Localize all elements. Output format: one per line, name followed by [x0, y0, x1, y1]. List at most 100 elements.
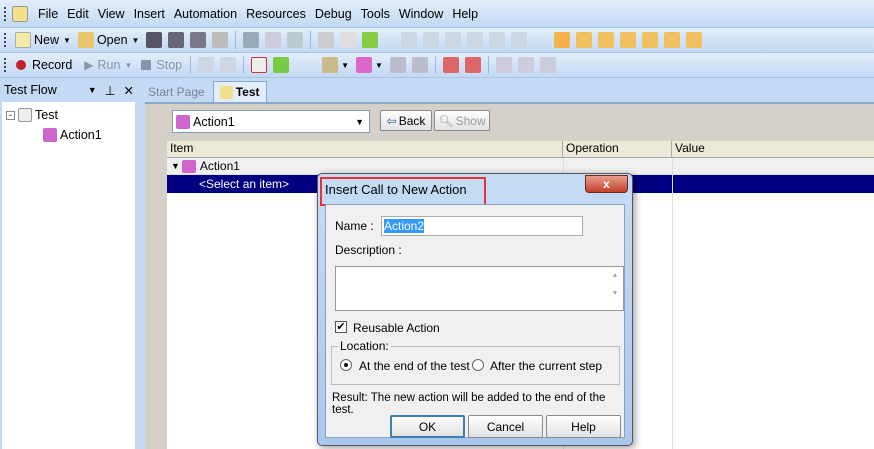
cancel-button[interactable]: Cancel: [468, 415, 543, 438]
radio-after-step[interactable]: [472, 359, 484, 371]
save-icon[interactable]: [146, 32, 163, 48]
expert-view-icon[interactable]: [598, 32, 615, 48]
replace-icon[interactable]: [467, 32, 484, 48]
menu-tools[interactable]: Tools: [361, 7, 390, 21]
ok-button[interactable]: OK: [390, 415, 465, 438]
menu-help[interactable]: Help: [452, 7, 478, 21]
column-item[interactable]: Item: [167, 141, 563, 157]
action-icon[interactable]: [356, 57, 373, 73]
menu-view[interactable]: View: [98, 7, 125, 21]
pin-icon[interactable]: ⊥: [105, 83, 116, 98]
grip[interactable]: [4, 58, 7, 72]
tree-item-test[interactable]: - Test: [6, 108, 58, 122]
synchronize-icon[interactable]: [411, 57, 428, 73]
show-button[interactable]: 🔍︎ Show: [434, 110, 490, 131]
database-icon[interactable]: [273, 57, 290, 73]
scrollbar[interactable]: ▲ ▼: [607, 267, 623, 310]
checkpoint-icon[interactable]: [251, 57, 268, 73]
radio-end-of-test[interactable]: [340, 359, 352, 371]
chevron-down-icon[interactable]: ▼: [375, 61, 383, 70]
copy-icon[interactable]: [265, 32, 282, 48]
edit-icon[interactable]: [318, 32, 335, 48]
bookmark-icon[interactable]: [539, 57, 556, 73]
object-spy-icon[interactable]: [362, 32, 379, 48]
component-icon[interactable]: [389, 57, 406, 73]
menu-automation[interactable]: Automation: [174, 7, 237, 21]
chevron-down-icon[interactable]: ▼: [124, 61, 132, 70]
open-button[interactable]: Open: [97, 33, 128, 47]
new-icon[interactable]: [15, 32, 31, 48]
help-button[interactable]: Help: [546, 415, 621, 438]
test-flow-title: Test Flow: [4, 83, 57, 97]
close-icon[interactable]: ✕: [124, 83, 134, 98]
location-label: Location:: [338, 339, 391, 353]
stop-button[interactable]: Stop: [156, 58, 182, 72]
step-out-icon[interactable]: [464, 57, 481, 73]
stop-icon[interactable]: [141, 60, 152, 70]
reusable-checkbox[interactable]: ✔: [335, 321, 347, 333]
run-icon[interactable]: ▶: [84, 58, 93, 72]
tab-test[interactable]: Test: [212, 81, 267, 102]
menu-file[interactable]: File: [38, 7, 58, 21]
menu-bar: File Edit View Insert Automation Resourc…: [0, 0, 874, 28]
action-icon: [176, 114, 190, 129]
grip[interactable]: [4, 33, 7, 47]
menu-edit[interactable]: Edit: [67, 7, 89, 21]
record-icon[interactable]: [16, 60, 26, 70]
properties-icon[interactable]: [340, 32, 357, 48]
undo-icon[interactable]: [401, 32, 418, 48]
name-input[interactable]: Action2: [381, 216, 583, 236]
standard-toolbar: New ▼ Open ▼: [0, 28, 874, 53]
menu-window[interactable]: Window: [399, 7, 443, 21]
insert-step-icon[interactable]: [322, 57, 339, 73]
grid-header: Item Operation Value: [167, 141, 874, 158]
spell-icon[interactable]: [511, 32, 528, 48]
new-button[interactable]: New: [34, 33, 59, 47]
menu-insert[interactable]: Insert: [134, 7, 165, 21]
chevron-down-icon[interactable]: ▼: [341, 61, 349, 70]
chevron-down-icon[interactable]: ▼: [63, 36, 71, 45]
save-all-icon[interactable]: [168, 32, 185, 48]
relations-icon[interactable]: [664, 32, 681, 48]
menu-debug[interactable]: Debug: [315, 7, 352, 21]
open-icon[interactable]: [77, 32, 94, 48]
data-table-icon[interactable]: [620, 32, 637, 48]
toggle-view-icon[interactable]: [554, 32, 571, 48]
redo-icon[interactable]: [423, 32, 440, 48]
find-icon[interactable]: [445, 32, 462, 48]
binoculars-icon[interactable]: [489, 32, 506, 48]
info-icon[interactable]: [686, 32, 703, 48]
pointer-icon[interactable]: [220, 57, 237, 73]
dropdown-icon[interactable]: ▼: [88, 85, 97, 95]
radio-end-label: At the end of the test: [359, 359, 470, 373]
automation-toolbar: Record ▶ Run ▼ Stop ▼ ▼: [0, 53, 874, 78]
description-textarea[interactable]: ▲ ▼: [335, 266, 624, 311]
grip[interactable]: [4, 6, 7, 21]
tab-start-page[interactable]: Start Page: [140, 82, 213, 102]
cut-icon[interactable]: [243, 32, 260, 48]
selected-action: Action1: [193, 114, 235, 129]
close-button[interactable]: x: [585, 175, 628, 193]
record-button[interactable]: Record: [32, 58, 72, 72]
tree-label: Test: [35, 108, 58, 122]
step-into-icon[interactable]: [442, 57, 459, 73]
chevron-down-icon[interactable]: ▼: [355, 117, 364, 127]
active-screen-icon[interactable]: [642, 32, 659, 48]
paste-icon[interactable]: [287, 32, 304, 48]
back-button[interactable]: ⇦ Back: [380, 110, 432, 131]
run-button[interactable]: Run: [98, 58, 121, 72]
expand-icon[interactable]: ▼: [171, 161, 180, 171]
print-icon[interactable]: [212, 32, 229, 48]
debug-icon[interactable]: [517, 57, 534, 73]
menu-resources[interactable]: Resources: [246, 7, 306, 21]
action-selector[interactable]: Action1 ▼: [172, 110, 370, 133]
column-value[interactable]: Value: [672, 141, 874, 157]
tree-item-action1[interactable]: Action1: [40, 128, 102, 142]
chevron-down-icon[interactable]: ▼: [132, 36, 140, 45]
mouse-icon[interactable]: [198, 57, 215, 73]
keyword-view-icon[interactable]: [576, 32, 593, 48]
breakpoint-icon[interactable]: [495, 57, 512, 73]
save-with-resources-icon[interactable]: [190, 32, 207, 48]
collapse-icon[interactable]: -: [6, 110, 15, 120]
column-operation[interactable]: Operation: [563, 141, 672, 157]
